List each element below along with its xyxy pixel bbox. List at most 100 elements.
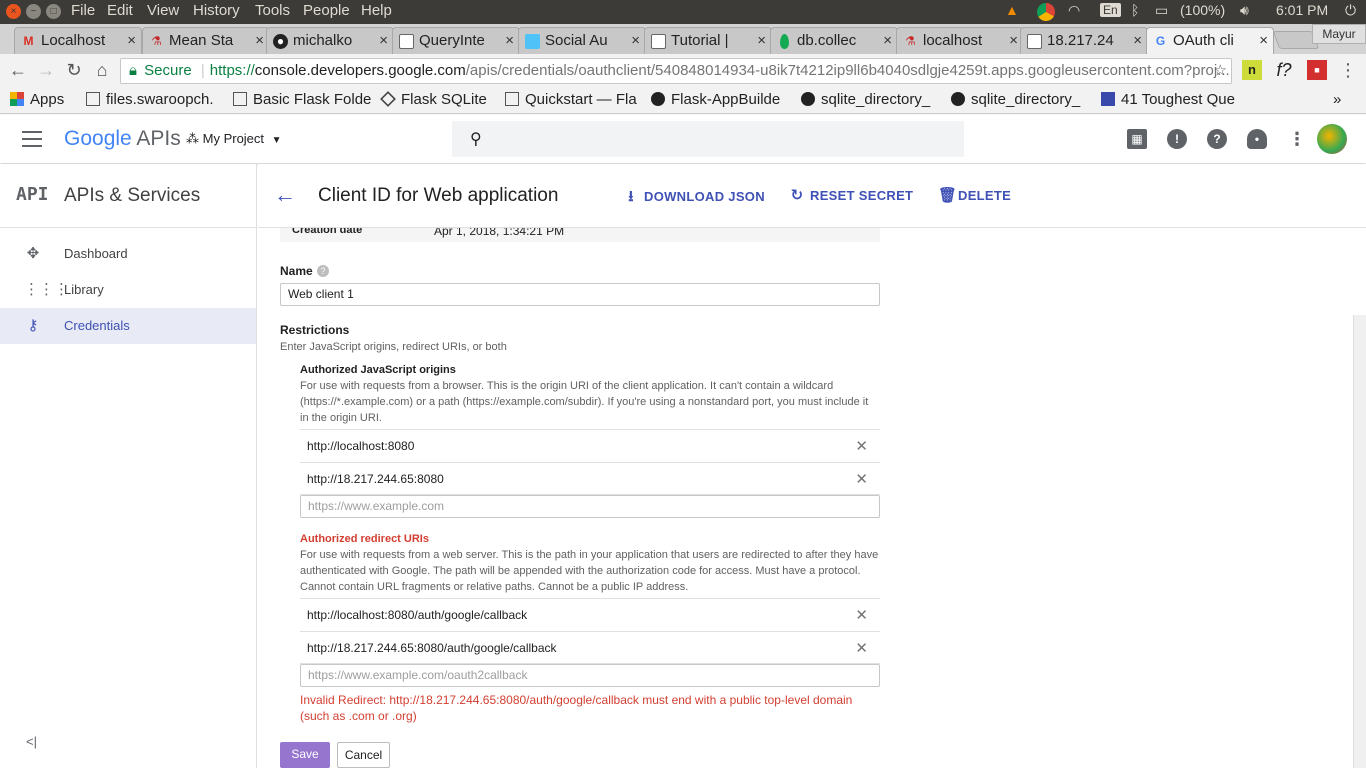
close-tab-icon[interactable]: × [631, 28, 640, 53]
tab-queryinterface[interactable]: QueryInte × [392, 27, 520, 54]
tab-localhost[interactable]: M Localhost × [14, 27, 142, 54]
name-input[interactable]: Web client 1 [280, 283, 880, 306]
bookmark-sqlite-directory-2[interactable]: sqlite_directory_ [951, 91, 1080, 108]
close-tab-icon[interactable]: × [757, 28, 766, 53]
tab-ip-address[interactable]: 18.217.24 × [1020, 27, 1148, 54]
tab-oauth-client[interactable]: G OAuth cli × [1146, 27, 1274, 54]
project-selector[interactable]: ⁂ My Project ▼ [186, 131, 282, 147]
tab-mean-stack[interactable]: ⚗ Mean Sta × [142, 27, 270, 54]
js-origin-row[interactable]: http://localhost:8080 ✕ [300, 429, 880, 462]
scrollbar[interactable] [1353, 315, 1366, 768]
extension-n-icon[interactable]: n [1242, 60, 1262, 80]
reload-icon[interactable]: ↻ [64, 60, 84, 80]
redirect-uri-input[interactable]: https://www.example.com/oauth2callback [300, 664, 880, 687]
collapse-sidebar-icon[interactable]: <| [26, 734, 37, 749]
close-window-icon[interactable]: × [6, 4, 21, 19]
close-tab-icon[interactable]: × [1259, 28, 1268, 53]
close-tab-icon[interactable]: × [379, 28, 388, 53]
remove-icon[interactable]: ✕ [855, 430, 868, 463]
close-tab-icon[interactable]: × [883, 28, 892, 53]
battery-icon[interactable]: ▭ [1155, 2, 1168, 19]
address-bar[interactable]: 🔒︎ Secure | https://console.developers.go… [120, 58, 1232, 84]
menu-file[interactable]: File [71, 2, 95, 19]
minimize-window-icon[interactable]: − [26, 4, 41, 19]
google-apis-logo[interactable]: Google APIs [64, 127, 181, 151]
search-bar[interactable]: ⚲ [452, 121, 964, 157]
redirect-uri-row[interactable]: http://18.217.244.65:8080/auth/google/ca… [300, 631, 880, 664]
battery-percent: (100%) [1180, 2, 1226, 18]
bookmark-files-swaroopch[interactable]: files.swaroopch. [86, 91, 214, 108]
js-origin-input[interactable]: https://www.example.com [300, 495, 880, 518]
sidebar-item-dashboard[interactable]: ✥ Dashboard [0, 236, 256, 272]
js-origin-row[interactable]: http://18.217.244.65:8080 ✕ [300, 462, 880, 495]
wifi-icon[interactable]: ◠ [1068, 2, 1080, 19]
extension-fx-icon[interactable]: f? [1274, 60, 1294, 80]
menu-people[interactable]: People [303, 2, 350, 19]
gift-icon[interactable]: ▦ [1127, 129, 1147, 149]
cancel-button[interactable]: Cancel [337, 742, 390, 768]
reset-secret-button[interactable]: ↻ RESET SECRET [790, 186, 913, 204]
chrome-icon[interactable] [1037, 3, 1055, 21]
menu-view[interactable]: View [147, 2, 179, 19]
extension-badge-icon[interactable]: ■ [1307, 60, 1327, 80]
redirect-uri-row[interactable]: http://localhost:8080/auth/google/callba… [300, 598, 880, 631]
cube-icon [525, 34, 540, 49]
back-icon[interactable]: ← [8, 60, 28, 80]
bookmark-flask-sqlite[interactable]: Flask SQLite [380, 91, 487, 108]
sidebar-item-library[interactable]: ⋮⋮⋮ Library [0, 272, 256, 308]
tab-title: Tutorial | [671, 32, 729, 49]
diamond-icon [380, 91, 396, 107]
back-arrow-icon[interactable]: ← [274, 182, 296, 208]
maximize-window-icon[interactable]: □ [46, 4, 61, 19]
avatar[interactable] [1317, 124, 1347, 154]
vlc-icon[interactable]: ▲ [1005, 2, 1019, 18]
close-tab-icon[interactable]: × [505, 28, 514, 53]
close-tab-icon[interactable]: × [1009, 28, 1018, 53]
menu-dots-icon[interactable]: ⋮ [1338, 60, 1358, 80]
bookmark-sqlite-directory-1[interactable]: sqlite_directory_ [801, 91, 930, 108]
remove-icon[interactable]: ✕ [855, 463, 868, 496]
bookmark-flask-appbuilder[interactable]: Flask-AppBuilde [651, 91, 780, 108]
tab-github-michalko[interactable]: ● michalko × [266, 27, 394, 54]
more-options-icon[interactable]: ⋮ [1287, 129, 1307, 149]
bookmark-41-toughest[interactable]: 41 Toughest Que [1101, 91, 1235, 108]
more-bookmarks-icon[interactable]: » [1333, 91, 1341, 108]
close-tab-icon[interactable]: × [1133, 28, 1142, 53]
close-tab-icon[interactable]: × [255, 28, 264, 53]
feedback-icon[interactable]: ! [1167, 129, 1187, 149]
js-origin-value: http://localhost:8080 [307, 439, 415, 453]
menu-edit[interactable]: Edit [107, 2, 133, 19]
keyboard-layout[interactable]: En [1100, 3, 1121, 17]
download-json-button[interactable]: ⭳ DOWNLOAD JSON [624, 186, 765, 211]
hamburger-menu-icon[interactable] [22, 131, 42, 147]
menu-tools[interactable]: Tools [255, 2, 290, 19]
redirect-uris-description: For use with requests from a web server.… [300, 549, 879, 593]
close-tab-icon[interactable]: × [127, 28, 136, 53]
volume-icon[interactable]: 🔊︎ [1240, 2, 1249, 19]
remove-icon[interactable]: ✕ [855, 599, 868, 632]
remove-icon[interactable]: ✕ [855, 632, 868, 665]
home-icon[interactable]: ⌂ [92, 60, 112, 80]
bluetooth-icon[interactable]: ᛒ [1131, 2, 1139, 18]
save-button[interactable]: Save [280, 742, 330, 768]
notifications-icon[interactable]: • [1247, 129, 1267, 149]
delete-button[interactable]: 🗑︎DELETE [938, 186, 1011, 204]
help-icon[interactable]: ? [1207, 129, 1227, 149]
clock[interactable]: 6:01 PM [1276, 2, 1328, 18]
sidebar-item-credentials[interactable]: ⚷ Credentials [0, 308, 256, 344]
tab-db-collection[interactable]: db.collec × [770, 27, 898, 54]
tab-tutorial[interactable]: Tutorial | × [644, 27, 772, 54]
tab-social-auth[interactable]: Social Au × [518, 27, 646, 54]
power-icon[interactable]: ⏻ [1345, 2, 1356, 19]
menu-history[interactable]: History [193, 2, 240, 19]
forward-icon[interactable]: → [36, 60, 56, 80]
bookmark-star-icon[interactable]: ☆ [1214, 59, 1227, 83]
menu-help[interactable]: Help [361, 2, 392, 19]
api-logo-icon: API [16, 184, 49, 205]
bookmark-quickstart[interactable]: Quickstart — Fla [505, 91, 637, 108]
bookmark-basic-flask[interactable]: Basic Flask Folde [233, 91, 371, 108]
profile-button[interactable]: Mayur [1312, 24, 1366, 44]
bookmark-apps[interactable]: Apps [10, 91, 64, 108]
tab-localhost-2[interactable]: ⚗ localhost × [896, 27, 1024, 54]
help-icon[interactable]: ? [317, 265, 329, 277]
